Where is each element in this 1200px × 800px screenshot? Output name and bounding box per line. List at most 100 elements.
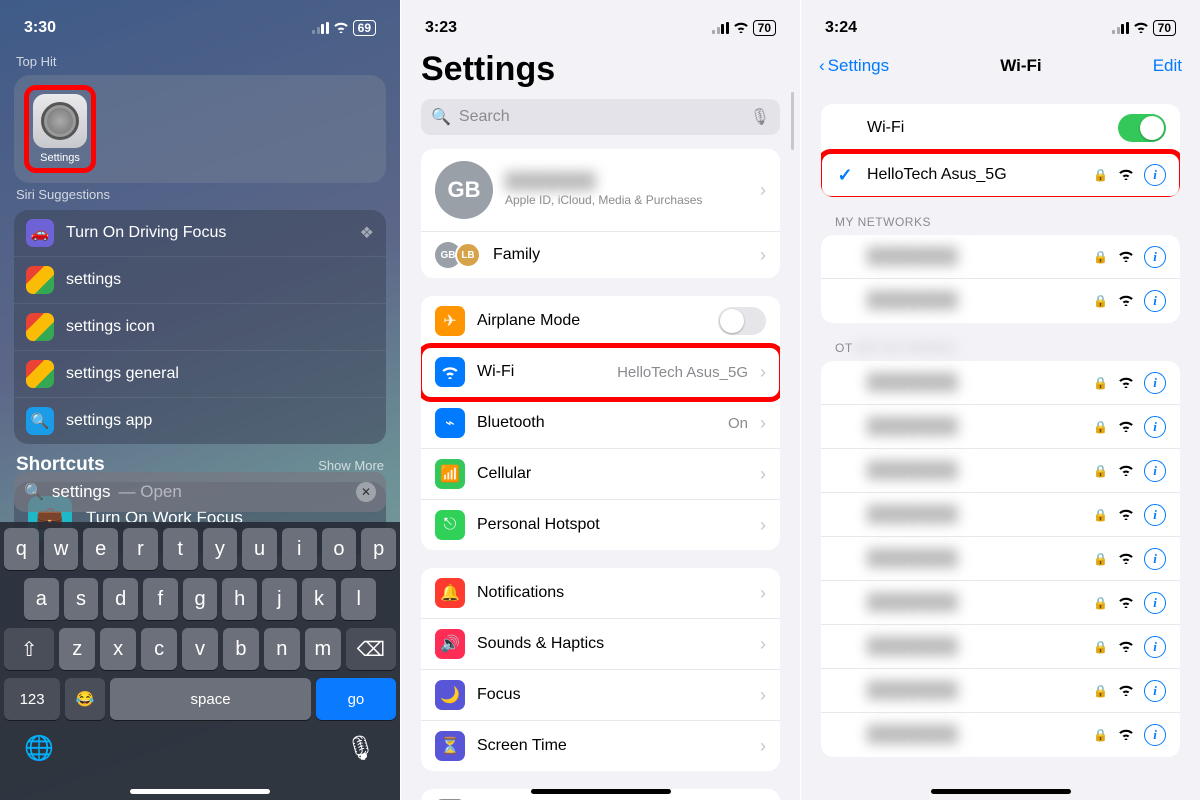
info-icon[interactable]: i [1144,724,1166,746]
suggestion-row[interactable]: settings icon [14,304,386,351]
info-icon[interactable]: i [1144,290,1166,312]
suggestion-row[interactable]: 🔍settings app [14,398,386,444]
network-cell[interactable]: ████████🔒i [821,669,1180,713]
clear-icon[interactable]: ✕ [356,482,376,502]
key-t[interactable]: t [163,528,198,570]
search-input[interactable]: 🔍 Search 🎙 [421,99,780,135]
key-a[interactable]: a [24,578,59,620]
key-e[interactable]: e [83,528,118,570]
airplane-toggle[interactable] [718,307,766,335]
network-cell[interactable]: ████████🔒i [821,713,1180,757]
backspace-key[interactable]: ⌫ [346,628,396,670]
key-p[interactable]: p [361,528,396,570]
stack-icon: ❖ [360,223,374,243]
info-icon[interactable]: i [1144,460,1166,482]
space-key[interactable]: space [110,678,311,720]
apple-id-cell[interactable]: GB ████████ Apple ID, iCloud, Media & Pu… [421,149,780,232]
connected-network-cell[interactable]: ✓ HelloTech Asus_5G 🔒 i [821,153,1180,197]
numbers-key[interactable]: 123 [4,678,60,720]
network-name: ████████ [867,682,958,700]
key-w[interactable]: w [44,528,79,570]
network-name: ████████ [867,462,958,480]
info-icon[interactable]: i [1144,372,1166,394]
key-j[interactable]: j [262,578,297,620]
settings-app-icon [33,94,87,148]
network-cell[interactable]: ████████🔒i [821,581,1180,625]
sounds-cell[interactable]: 🔊Sounds & Haptics› [421,619,780,670]
info-icon[interactable]: i [1144,636,1166,658]
mic-icon[interactable]: 🎙 [346,734,376,763]
key-k[interactable]: k [302,578,337,620]
key-b[interactable]: b [223,628,259,670]
key-h[interactable]: h [222,578,257,620]
home-indicator[interactable] [931,789,1071,794]
home-indicator[interactable] [130,789,270,794]
shift-key[interactable]: ⇧ [4,628,54,670]
network-name: ████████ [867,726,958,744]
network-cell[interactable]: ████████🔒i [821,279,1180,323]
network-cell[interactable]: ████████🔒i [821,537,1180,581]
info-icon[interactable]: i [1144,592,1166,614]
back-button[interactable]: ‹Settings [819,56,889,76]
info-icon[interactable]: i [1144,548,1166,570]
screentime-cell[interactable]: ⏳Screen Time› [421,721,780,771]
key-q[interactable]: q [4,528,39,570]
focus-cell[interactable]: 🌙Focus› [421,670,780,721]
key-c[interactable]: c [141,628,177,670]
key-g[interactable]: g [183,578,218,620]
key-i[interactable]: i [282,528,317,570]
wifi-icon [1133,20,1149,36]
network-cell[interactable]: ████████🔒i [821,235,1180,279]
go-key[interactable]: go [316,678,396,720]
emoji-key[interactable]: 😂 [65,678,105,720]
moon-icon: 🌙 [435,680,465,710]
cellular-cell[interactable]: 📶 Cellular › [421,449,780,500]
chevron-right-icon: › [760,736,766,757]
lock-icon: 🔒 [1093,376,1108,390]
network-cell[interactable]: ████████🔒i [821,449,1180,493]
suggestion-row[interactable]: settings general [14,351,386,398]
key-v[interactable]: v [182,628,218,670]
info-icon[interactable]: i [1144,246,1166,268]
wifi-cell[interactable]: Wi-Fi HelloTech Asus_5G › [421,347,780,398]
globe-icon[interactable]: 🌐 [24,734,54,763]
network-cell[interactable]: ████████🔒i [821,405,1180,449]
network-cell[interactable]: ████████🔒i [821,625,1180,669]
key-m[interactable]: m [305,628,341,670]
key-s[interactable]: s [64,578,99,620]
cell-signal-icon [712,22,729,34]
edit-button[interactable]: Edit [1153,56,1182,76]
key-u[interactable]: u [242,528,277,570]
key-z[interactable]: z [59,628,95,670]
key-y[interactable]: y [203,528,238,570]
key-n[interactable]: n [264,628,300,670]
show-more-button[interactable]: Show More [318,458,384,473]
wifi-signal-icon [1118,727,1134,743]
network-cell[interactable]: ████████🔒i [821,493,1180,537]
key-d[interactable]: d [103,578,138,620]
notifications-cell[interactable]: 🔔Notifications› [421,568,780,619]
network-cell[interactable]: ████████🔒i [821,361,1180,405]
key-o[interactable]: o [322,528,357,570]
key-l[interactable]: l [341,578,376,620]
suggestion-row[interactable]: settings [14,257,386,304]
suggestion-row[interactable]: 🚗Turn On Driving Focus❖ [14,210,386,257]
mic-icon[interactable]: 🎙 [750,107,770,127]
phone-settings: 3:23 70 Settings 🔍 Search 🎙 GB ████████ … [400,0,800,800]
settings-app-tile[interactable]: Settings [24,85,96,173]
hotspot-cell[interactable]: ⎋ Personal Hotspot › [421,500,780,550]
key-f[interactable]: f [143,578,178,620]
info-icon[interactable]: i [1144,680,1166,702]
clock: 3:24 [825,19,857,37]
info-icon[interactable]: i [1144,416,1166,438]
wifi-toggle[interactable] [1118,114,1166,142]
info-icon[interactable]: i [1144,504,1166,526]
bluetooth-cell[interactable]: ⌁ Bluetooth On › [421,398,780,449]
home-indicator[interactable] [531,789,671,794]
airplane-cell[interactable]: ✈ Airplane Mode [421,296,780,347]
key-x[interactable]: x [100,628,136,670]
info-icon[interactable]: i [1144,164,1166,186]
search-input[interactable]: 🔍 settings — Open ✕ [14,472,386,512]
key-r[interactable]: r [123,528,158,570]
family-cell[interactable]: GB LB Family › [421,232,780,278]
